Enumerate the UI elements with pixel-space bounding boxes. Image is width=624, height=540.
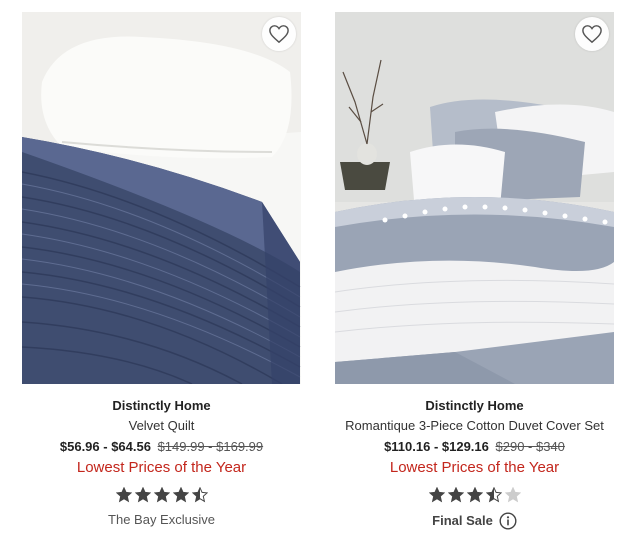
star-full-icon (172, 487, 189, 503)
duvet-set-photo (335, 12, 614, 384)
star-rating (22, 487, 301, 503)
badge-text: The Bay Exclusive (108, 512, 215, 527)
star-full-icon (428, 487, 445, 503)
star-full-icon (134, 487, 151, 503)
star-full-icon (447, 487, 464, 503)
final-sale-badge: Final Sale (335, 512, 614, 530)
velvet-quilt-photo (22, 12, 301, 384)
promo-label: Lowest Prices of the Year (76, 459, 247, 476)
star-half-icon (191, 487, 208, 503)
heart-icon (582, 25, 602, 44)
star-full-icon (115, 487, 132, 503)
product-card[interactable]: Distinctly Home Velvet Quilt $56.96 - $6… (22, 12, 301, 528)
star-empty-icon (504, 487, 521, 503)
info-icon[interactable] (499, 512, 517, 530)
product-name[interactable]: Velvet Quilt (22, 418, 301, 434)
price-row: $56.96 - $64.56 $149.99 - $169.99 (22, 439, 301, 455)
star-half-icon (485, 487, 502, 503)
product-brand[interactable]: Distinctly Home (22, 398, 301, 414)
original-price: $149.99 - $169.99 (157, 439, 264, 454)
original-price: $290 - $340 (495, 439, 565, 454)
star-rating (335, 487, 614, 503)
exclusive-badge: The Bay Exclusive (22, 512, 301, 528)
heart-icon (269, 25, 289, 44)
product-image[interactable] (22, 12, 301, 384)
price-row: $110.16 - $129.16 $290 - $340 (335, 439, 614, 455)
sale-price: $110.16 - $129.16 (384, 439, 489, 454)
favorite-button[interactable] (575, 17, 609, 51)
product-card[interactable]: Distinctly Home Romantique 3-Piece Cotto… (335, 12, 614, 530)
promo-label: Lowest Prices of the Year (389, 459, 560, 476)
product-name[interactable]: Romantique 3-Piece Cotton Duvet Cover Se… (335, 418, 614, 434)
star-full-icon (466, 487, 483, 503)
favorite-button[interactable] (262, 17, 296, 51)
sale-price: $56.96 - $64.56 (59, 439, 151, 454)
product-brand[interactable]: Distinctly Home (335, 398, 614, 414)
star-full-icon (153, 487, 170, 503)
badge-text: Final Sale (432, 513, 493, 528)
product-image[interactable] (335, 12, 614, 384)
